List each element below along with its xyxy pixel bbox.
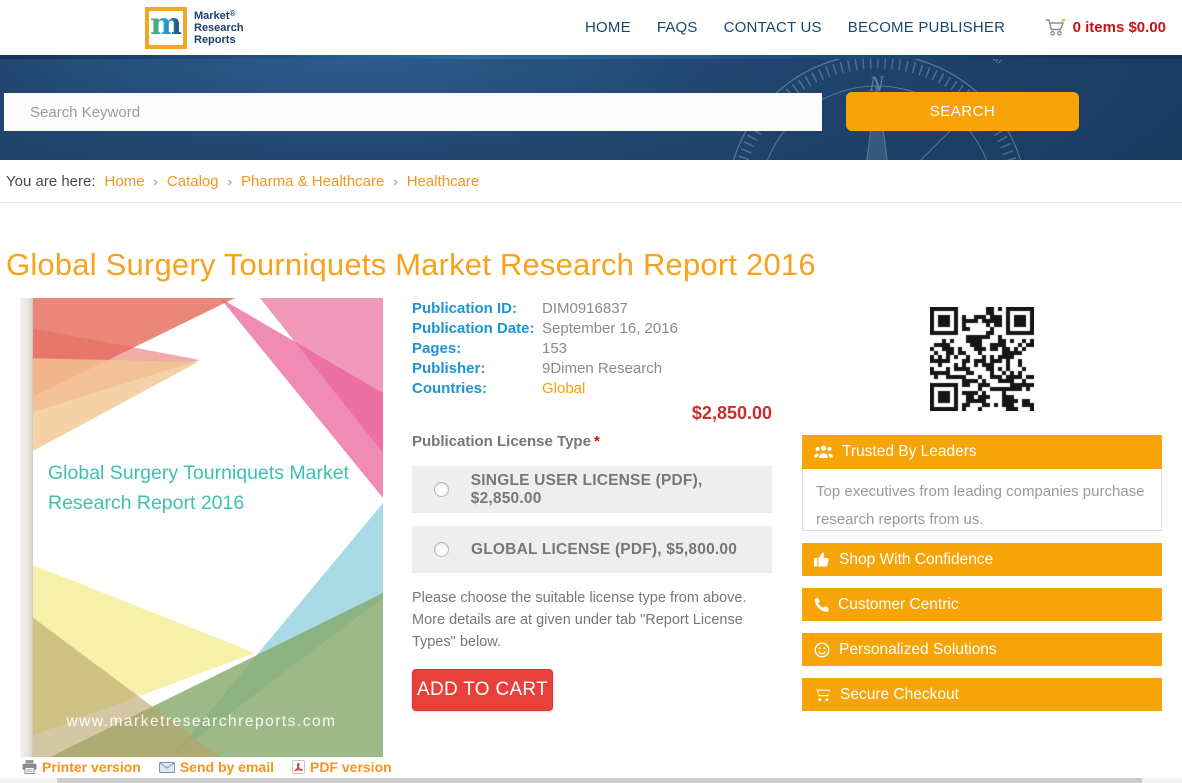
site-logo[interactable]: m Market® Research Reports: [145, 7, 244, 49]
detail-label: Publication ID:: [412, 299, 517, 317]
cover-artwork: [20, 298, 383, 757]
detail-label: Publication Date:: [412, 319, 535, 337]
detail-row-countries: Countries: Global: [412, 378, 772, 398]
banner-label: Secure Checkout: [840, 685, 959, 703]
report-cover-image: Global Surgery Tourniquets Market Resear…: [20, 298, 383, 757]
nav-become-publisher[interactable]: BECOME PUBLISHER: [848, 19, 1005, 36]
breadcrumb-prefix: You are here:: [6, 172, 96, 190]
search-button[interactable]: SEARCH: [846, 92, 1079, 131]
page: m Market® Research Reports HOME FAQS CON…: [0, 0, 1182, 783]
banner-label: Customer Centric: [838, 595, 959, 613]
detail-row-publication-date: Publication Date: September 16, 2016: [412, 318, 772, 338]
license-type-heading: Publication License Type *: [412, 433, 600, 450]
qr-code: [930, 307, 1034, 411]
send-by-email-link[interactable]: Send by email: [158, 759, 274, 775]
breadcrumb-healthcare[interactable]: Healthcare: [407, 173, 480, 190]
banner-label: Trusted By Leaders: [842, 443, 977, 460]
logo-mark: m: [145, 7, 187, 49]
single-user-license-radio[interactable]: [434, 482, 449, 497]
pages-value: 153: [542, 339, 568, 357]
printer-version-link[interactable]: Printer version: [22, 759, 141, 775]
search-band: N E 340 0 20 40 SEARCH: [0, 55, 1182, 160]
license-note: Please choose the suitable license type …: [412, 590, 747, 651]
global-license-radio[interactable]: [434, 542, 449, 557]
thumbs-up-icon: [814, 552, 830, 567]
detail-row-pages: Pages: 153: [412, 338, 772, 358]
banner-customer-centric[interactable]: Customer Centric: [802, 588, 1162, 621]
publication-date-value: September 16, 2016: [542, 319, 678, 337]
detail-label: Publisher:: [412, 359, 486, 377]
license-option-single-user[interactable]: SINGLE USER LICENSE (PDF), $2,850.00: [412, 466, 772, 513]
smiley-icon: [814, 641, 830, 658]
license-option-label: SINGLE USER LICENSE (PDF), $2,850.00: [470, 471, 703, 507]
nav-contact-us[interactable]: CONTACT US: [724, 19, 822, 36]
detail-label: Countries:: [412, 379, 487, 397]
breadcrumb-separator: ›: [227, 173, 232, 189]
cover-title: Global Surgery Tourniquets Market Resear…: [48, 462, 349, 515]
shopping-cart-icon: [1045, 19, 1066, 36]
phone-icon: [814, 597, 829, 613]
cart-status[interactable]: 0 items $0.00: [1045, 0, 1166, 55]
logo-wordmark: Market® Research Reports: [194, 8, 244, 47]
add-to-cart-button[interactable]: ADD TO CART: [412, 669, 553, 712]
document-action-links: Printer version Send by email PDF versio…: [22, 759, 392, 775]
license-option-global[interactable]: GLOBAL LICENSE (PDF), $5,800.00: [412, 526, 772, 573]
horizontal-scrollbar-track[interactable]: [0, 778, 1182, 783]
email-icon: [158, 761, 175, 773]
detail-label: Pages:: [412, 339, 462, 357]
banner-label: Shop With Confidence: [839, 550, 994, 568]
breadcrumb-pharma-healthcare[interactable]: Pharma & Healthcare: [241, 173, 384, 190]
search-input[interactable]: [4, 93, 822, 131]
printer-icon: [22, 760, 37, 774]
detail-row-publication-id: Publication ID: DIM0916837: [412, 298, 772, 318]
registered-mark: ®: [229, 8, 236, 18]
svg-text:40: 40: [989, 55, 1003, 67]
pdf-version-link[interactable]: PDF version: [291, 759, 392, 775]
license-option-label: GLOBAL LICENSE (PDF), $5,800.00: [471, 540, 738, 558]
report-price: $2,850.00: [691, 403, 772, 423]
cover-spine: [20, 298, 33, 757]
logo-letter: m: [150, 7, 182, 42]
pdf-icon: [291, 760, 305, 774]
publisher-value: 9Dimen Research: [542, 359, 663, 377]
main-nav: HOME FAQS CONTACT US BECOME PUBLISHER: [585, 0, 1005, 55]
publication-id-value: DIM0916837: [542, 299, 628, 317]
trusted-by-leaders-description: Top executives from leading companies pu…: [802, 469, 1162, 531]
banner-label: Personalized Solutions: [839, 640, 997, 658]
required-asterisk: *: [593, 433, 600, 450]
breadcrumb-separator: ›: [393, 173, 398, 189]
nav-home[interactable]: HOME: [585, 19, 631, 36]
banner-secure-checkout[interactable]: Secure Checkout: [802, 678, 1162, 711]
horizontal-scrollbar-thumb[interactable]: [57, 778, 1142, 783]
nav-faqs[interactable]: FAQS: [657, 19, 698, 36]
page-title: Global Surgery Tourniquets Market Resear…: [6, 247, 816, 282]
banner-personalized-solutions[interactable]: Personalized Solutions: [802, 633, 1162, 666]
publication-details: Publication ID: DIM0916837 Publication D…: [412, 298, 772, 712]
banner-shop-with-confidence[interactable]: Shop With Confidence: [802, 543, 1162, 576]
qr-code-wrap: [930, 307, 1034, 416]
cart-count-total: 0 items $0.00: [1072, 19, 1166, 36]
breadcrumb-home[interactable]: Home: [105, 173, 145, 190]
top-navbar: m Market® Research Reports HOME FAQS CON…: [0, 0, 1182, 55]
cover-website-url: www.marketresearchreports.com: [66, 713, 337, 730]
people-icon: [814, 445, 833, 459]
countries-link[interactable]: Global: [542, 380, 585, 397]
breadcrumb: You are here: Home › Catalog › Pharma & …: [0, 160, 1182, 203]
cart-icon: [814, 687, 831, 702]
breadcrumb-separator: ›: [153, 173, 158, 189]
breadcrumb-catalog[interactable]: Catalog: [167, 173, 219, 190]
banner-trusted-by-leaders[interactable]: Trusted By Leaders: [802, 435, 1162, 469]
right-sidebar: Trusted By Leaders Top executives from l…: [802, 298, 1162, 711]
detail-row-publisher: Publisher: 9Dimen Research: [412, 358, 772, 378]
